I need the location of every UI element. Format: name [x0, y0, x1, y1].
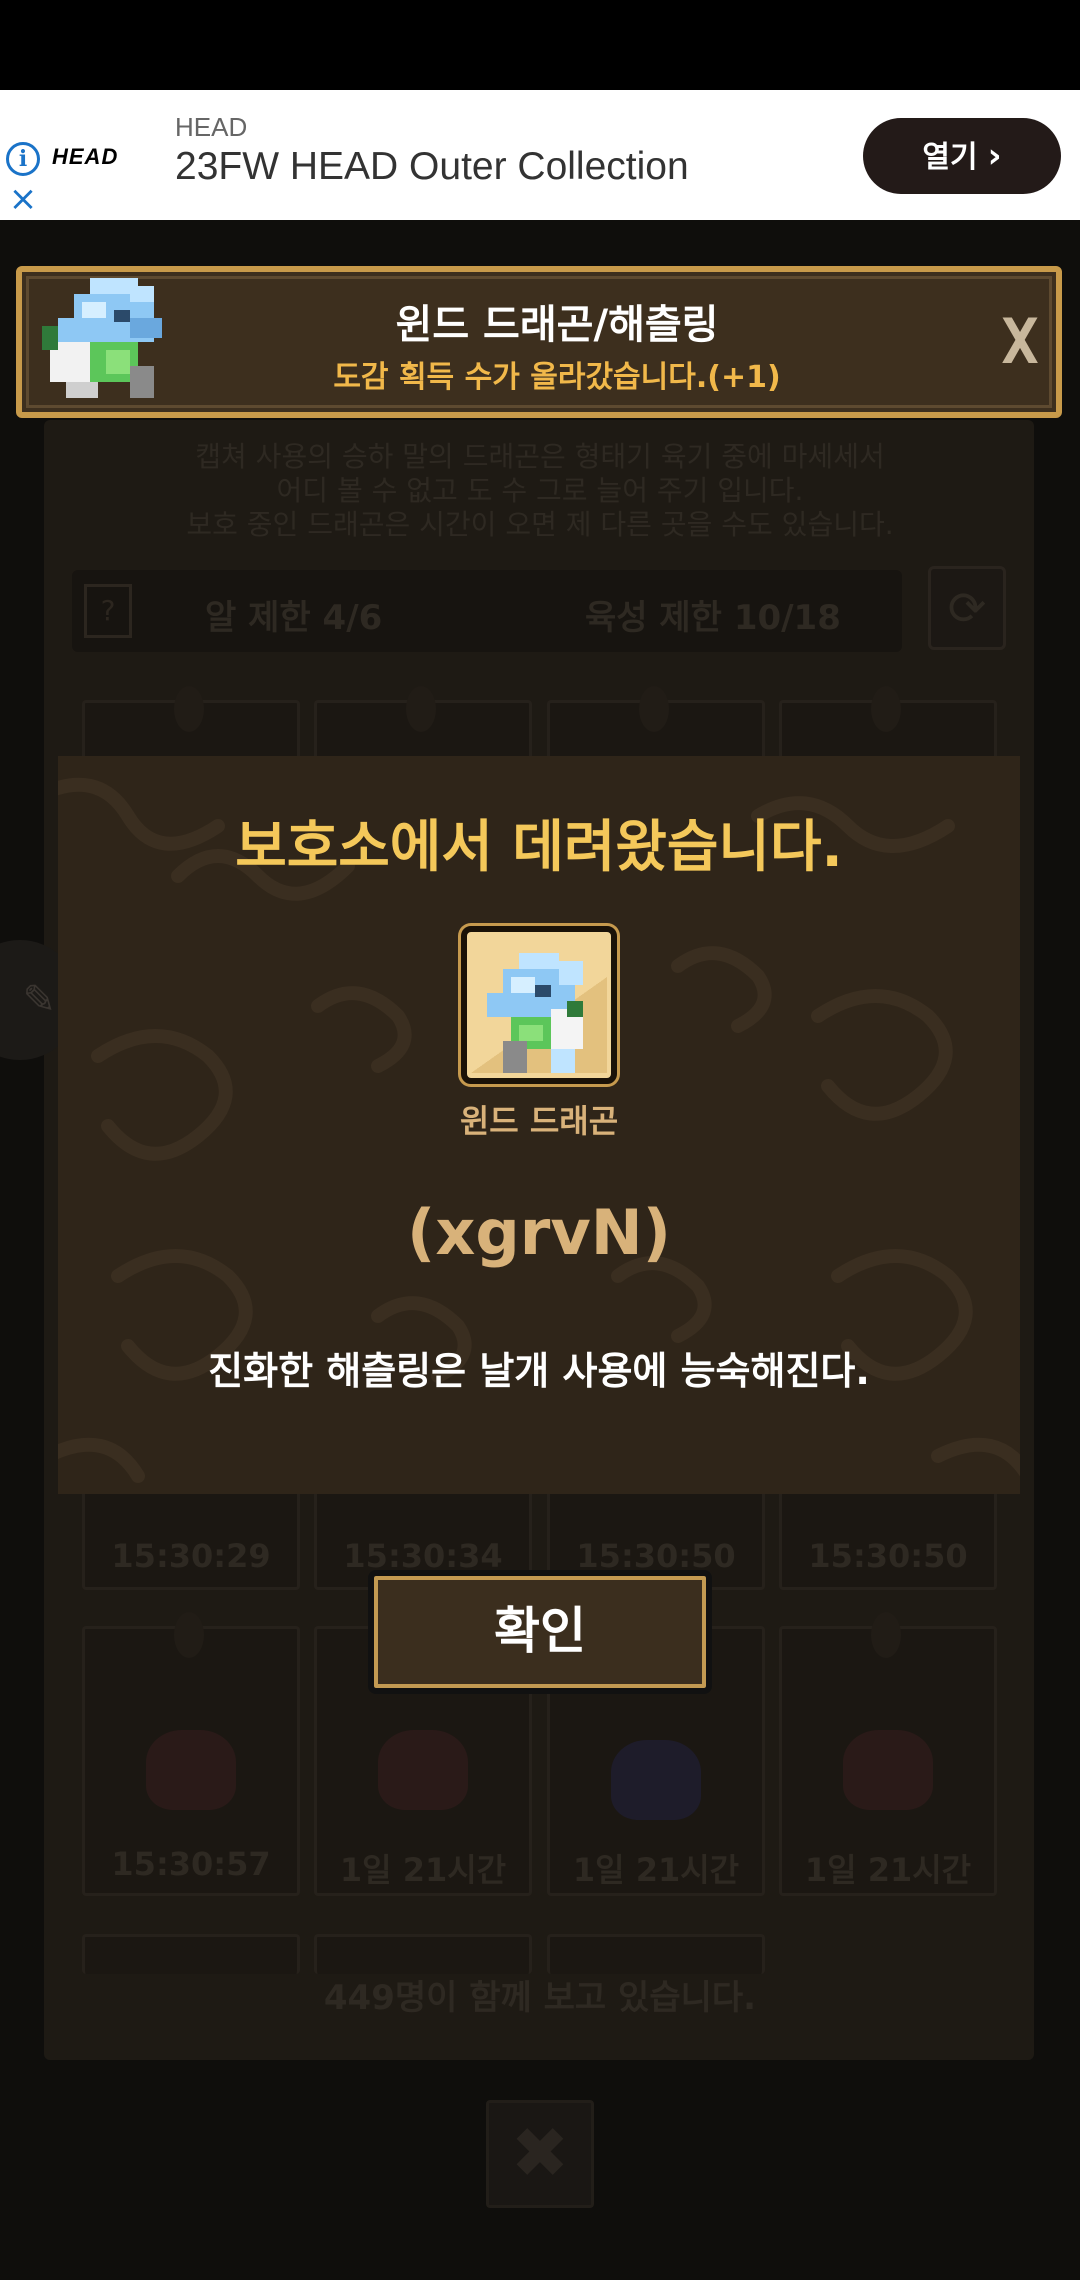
collection-toast: 윈드 드래곤/해츨링 도감 획득 수가 올라갔습니다.(+1) X — [16, 266, 1062, 418]
desc-line: 보호 중인 드래곤은 시간이 오면 제 다른 곳을 수도 있습니다. — [186, 508, 894, 541]
dragon-name: 윈드 드래곤 — [459, 1102, 619, 1140]
egg-sprite — [378, 1730, 468, 1810]
close-button[interactable]: ✖ — [486, 2100, 594, 2208]
shelter-description: 캡쳐 사용의 승하 말의 드래곤은 형태기 육기 중에 마세세서 어디 볼 수 … — [130, 440, 950, 542]
egg-slot[interactable] — [547, 1934, 765, 1974]
toast-close-button[interactable]: X — [990, 308, 1050, 376]
dragon-avatar-icon — [42, 278, 162, 398]
ad-logo: HEAD — [52, 144, 119, 169]
egg-limit: 알 제한 4/6 — [205, 590, 382, 639]
slot-timer: 1일 21시간 — [572, 1851, 740, 1889]
slot-knob — [174, 1612, 204, 1658]
dragon-portrait — [461, 926, 617, 1084]
slot-timer: 1일 21시간 — [804, 1851, 972, 1889]
dragon-description: 진화한 해츨링은 날개 사용에 능숙해진다. — [208, 1349, 870, 1393]
refresh-icon: ⟳ — [947, 581, 987, 635]
status-bar — [0, 0, 1080, 90]
chevron-right-icon: › — [987, 136, 1002, 176]
slot-knob — [871, 686, 901, 732]
adoption-modal: 보호소에서 데려왔습니다. 윈드 드래곤 (xgrvN) 진화한 해츨링은 날개… — [58, 756, 1020, 1494]
slot-knob — [639, 686, 669, 732]
screen: { "ad": { "brand_small": "HEAD", "logo_t… — [0, 0, 1080, 2280]
egg-sprite — [611, 1740, 701, 1820]
modal-title: 보호소에서 데려왔습니다. — [235, 815, 843, 880]
egg-limit-label: 알 제한 — [205, 598, 311, 638]
confirm-button[interactable]: 확인 — [368, 1570, 712, 1694]
slot-timer: 15:30:57 — [111, 1845, 271, 1883]
egg-limit-value: 4/6 — [322, 598, 383, 638]
slot-knob — [871, 1612, 901, 1658]
desc-line: 캡쳐 사용의 승하 말의 드래곤은 형태기 육기 중에 마세세서 — [195, 440, 885, 473]
ad-banner[interactable]: i × HEAD HEAD 23FW HEAD Outer Collection… — [0, 90, 1080, 220]
ad-open-button[interactable]: 열기 › — [863, 118, 1061, 194]
slot-timer: 15:30:29 — [111, 1537, 271, 1575]
close-icon[interactable]: × — [6, 182, 40, 216]
raise-limit-label: 육성 제한 — [585, 598, 722, 638]
toast-subtitle: 도감 획득 수가 올라갔습니다.(+1) — [333, 360, 781, 395]
egg-sprite — [843, 1730, 933, 1810]
dragon-code: (xgrvN) — [407, 1196, 671, 1269]
wind-dragon-icon — [471, 937, 607, 1073]
toast-title: 윈드 드래곤/해츨링 — [395, 302, 719, 348]
desc-line: 어디 볼 수 없고 도 수 그로 늘어 주기 입니다. — [276, 474, 804, 507]
egg-sprite — [146, 1730, 236, 1810]
egg-slot[interactable] — [82, 1934, 300, 1974]
raise-limit: 육성 제한 10/18 — [585, 590, 841, 639]
slot-knob — [406, 686, 436, 732]
viewer-count: 449명이 함께 보고 있습니다. — [323, 1978, 757, 2018]
info-icon[interactable]: i — [6, 142, 40, 176]
ad-open-label: 열기 — [922, 140, 978, 175]
raise-limit-value: 10/18 — [733, 598, 841, 638]
slot-timer: 1일 21시간 — [339, 1851, 507, 1889]
confirm-label: 확인 — [494, 1602, 586, 1660]
slot-knob — [174, 686, 204, 732]
ad-brand: HEAD — [175, 112, 248, 142]
help-icon[interactable]: ? — [84, 584, 132, 638]
ad-title[interactable]: 23FW HEAD Outer Collection — [175, 145, 689, 189]
egg-slot[interactable] — [314, 1934, 532, 1974]
refresh-button[interactable]: ⟳ — [928, 566, 1006, 650]
slot-timer: 15:30:50 — [808, 1537, 968, 1575]
pencil-icon: ✎ — [22, 977, 56, 1023]
